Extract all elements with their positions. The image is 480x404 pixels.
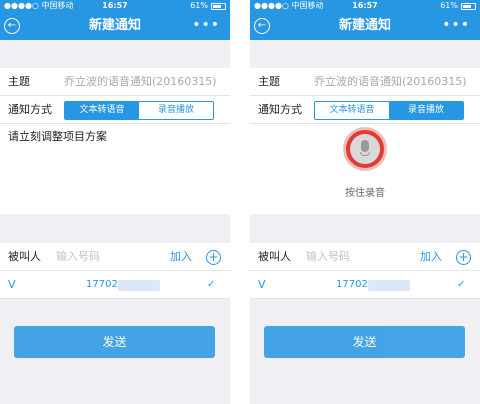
callee-row: 被叫人 输入号码 加入 +: [250, 243, 480, 271]
contact-list-item[interactable]: V 17702 ✓: [250, 271, 480, 299]
method-label: 通知方式: [8, 103, 52, 116]
record-button[interactable]: [343, 127, 387, 171]
microphone-stand: [360, 152, 370, 156]
battery-icon: [461, 2, 476, 10]
topic-input[interactable]: 乔立波的语音通知(20160315): [64, 68, 217, 96]
tab-record-playback[interactable]: 录音播放: [139, 102, 213, 119]
battery-status: 61%: [440, 0, 476, 12]
message-text: 请立刻调整项目方案: [8, 130, 107, 143]
more-icon[interactable]: •••: [442, 12, 470, 38]
send-button[interactable]: 发送: [14, 326, 215, 358]
contact-name: V: [8, 278, 16, 291]
record-area: 按住录音: [250, 124, 480, 214]
phone-screen-record-mode: ●●●●○ 中国移动 16:57 61% ← 新建通知 ••• 主题 乔立波的语…: [250, 0, 480, 404]
method-row: 通知方式 文本转语音 录音播放: [250, 96, 480, 124]
microphone-icon: [350, 134, 380, 164]
nav-bar: ← 新建通知 •••: [250, 12, 480, 40]
screenshot-stage: ●●●●○ 中国移动 16:57 61% ← 新建通知 ••• 主题 乔立波的语…: [0, 0, 480, 404]
topic-row[interactable]: 主题 乔立波的语音通知(20160315): [0, 68, 230, 96]
add-callee-button[interactable]: 加入: [170, 243, 192, 271]
callee-label: 被叫人: [8, 250, 41, 263]
callee-number-input[interactable]: 输入号码: [56, 243, 100, 271]
method-segmented-control: 文本转语音 录音播放: [314, 101, 464, 120]
topic-label: 主题: [258, 75, 280, 88]
callee-number-input[interactable]: 输入号码: [306, 243, 350, 271]
battery-percent: 61%: [190, 1, 208, 10]
topic-input[interactable]: 乔立波的语音通知(20160315): [314, 68, 467, 96]
nav-bar: ← 新建通知 •••: [0, 12, 230, 40]
message-textarea[interactable]: 请立刻调整项目方案: [0, 124, 230, 214]
tab-text-to-speech[interactable]: 文本转语音: [315, 102, 389, 119]
method-label: 通知方式: [258, 103, 302, 116]
microphone-capsule: [361, 140, 369, 152]
phone-screen-text-mode: ●●●●○ 中国移动 16:57 61% ← 新建通知 ••• 主题 乔立波的语…: [0, 0, 230, 404]
battery-percent: 61%: [440, 1, 458, 10]
status-bar: ●●●●○ 中国移动 16:57 61%: [0, 0, 230, 12]
send-button[interactable]: 发送: [264, 326, 465, 358]
redacted-number-blur: [118, 280, 160, 291]
redacted-number-blur: [368, 280, 410, 291]
check-icon[interactable]: ✓: [207, 271, 215, 299]
callee-label: 被叫人: [258, 250, 291, 263]
battery-icon: [211, 2, 226, 10]
contact-number: 17702: [86, 279, 118, 290]
contact-list-item[interactable]: V 17702 ✓: [0, 271, 230, 299]
topic-label: 主题: [8, 75, 30, 88]
method-row: 通知方式 文本转语音 录音播放: [0, 96, 230, 124]
plus-icon[interactable]: +: [206, 250, 221, 265]
check-icon[interactable]: ✓: [457, 271, 465, 299]
contact-number: 17702: [336, 279, 368, 290]
tab-text-to-speech[interactable]: 文本转语音: [65, 102, 139, 119]
callee-row: 被叫人 输入号码 加入 +: [0, 243, 230, 271]
plus-icon[interactable]: +: [456, 250, 471, 265]
topic-row[interactable]: 主题 乔立波的语音通知(20160315): [250, 68, 480, 96]
method-segmented-control: 文本转语音 录音播放: [64, 101, 214, 120]
record-hint: 按住录音: [345, 188, 385, 199]
tab-record-playback[interactable]: 录音播放: [389, 102, 463, 119]
contact-name: V: [258, 278, 266, 291]
status-bar: ●●●●○ 中国移动 16:57 61%: [250, 0, 480, 12]
battery-status: 61%: [190, 0, 226, 12]
more-icon[interactable]: •••: [192, 12, 220, 38]
add-callee-button[interactable]: 加入: [420, 243, 442, 271]
